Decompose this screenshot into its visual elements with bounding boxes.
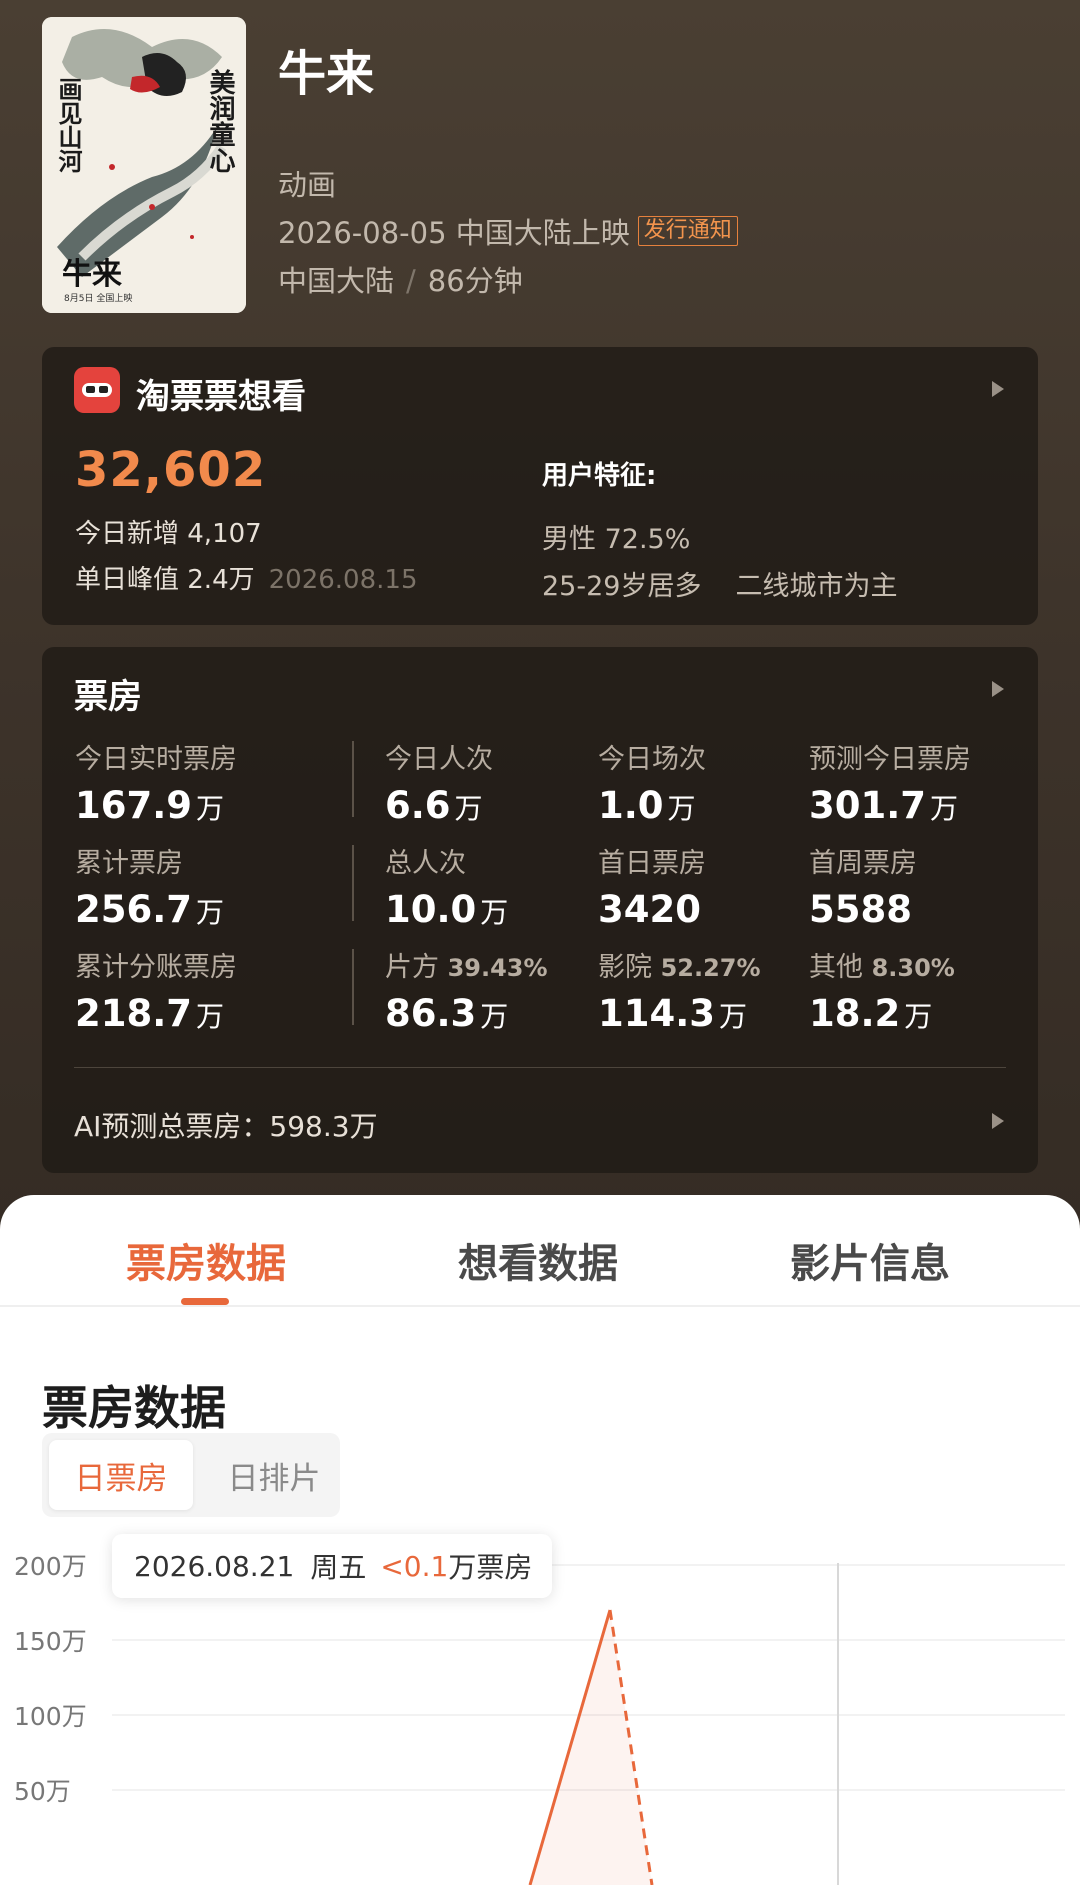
movie-region-duration: 中国大陆 / 86分钟 (278, 258, 523, 300)
separator: / (406, 264, 416, 298)
stat-value: 167.9 万 (75, 784, 225, 827)
stat-value: 114.3 万 (598, 992, 748, 1035)
ai-forecast-text[interactable]: AI预测总票房：598.3万 (74, 1105, 378, 1145)
boxoffice-card-title: 票房 (74, 677, 142, 717)
movie-region: 中国大陆 (278, 264, 395, 298)
stat-today-shows: 今日场次 1.0 万 (598, 737, 706, 827)
boxoffice-card[interactable]: 票房 今日实时票房 167.9 万 今日人次 6.6 万 今日场次 1.0 万 预测今… (42, 647, 1038, 1173)
poster-title: 牛来 (62, 257, 122, 292)
stat-value: 3420 (598, 888, 701, 931)
tab-boxoffice-data[interactable]: 票房数据 (126, 1231, 286, 1289)
tab-want-data[interactable]: 想看数据 (458, 1231, 618, 1289)
stat-today-boxoffice: 今日实时票房 167.9 万 (75, 737, 237, 827)
want-peak: 单日峰值 2.4万 (75, 565, 255, 595)
stat-first-day: 首日票房 3420 (598, 841, 706, 931)
want-card-title: 淘票票想看 (136, 377, 306, 417)
stat-label: 总人次 (385, 848, 466, 879)
poster-text-right: 美润童心 (205, 69, 235, 173)
boxoffice-chevron-icon[interactable] (992, 681, 1004, 697)
stat-value: 5588 (809, 888, 912, 931)
feature-gender: 男性 72.5% (542, 524, 691, 555)
stat-label: 今日人次 (385, 744, 493, 775)
stat-value: 18.2 万 (809, 992, 933, 1035)
tooltip-suffix: 万票房 (448, 1551, 533, 1584)
release-date-text: 2026-08-05 中国大陆上映 (278, 216, 630, 250)
want-today-new: 今日新增 4,107 (75, 519, 262, 549)
stat-label: 今日实时票房 (75, 744, 237, 775)
stat-cinema-share: 影院 52.27% 114.3 万 (598, 945, 761, 1035)
want-card[interactable]: 淘票票想看 32,602 今日新增 4,107 单日峰值 2.4万 2026.08… (42, 347, 1038, 625)
tooltip-date: 2026.08.21 (134, 1549, 295, 1583)
feature-age: 25-29岁居多 (542, 571, 702, 602)
segment-daily-schedule[interactable]: 日排片 (202, 1440, 346, 1510)
want-peak-date: 2026.08.15 (268, 565, 418, 595)
stat-label: 其他 8.30% (809, 952, 955, 983)
stat-total-boxoffice: 累计票房 256.7 万 (75, 841, 224, 931)
want-chevron-icon[interactable] (992, 381, 1004, 397)
movie-genre: 动画 (278, 168, 337, 202)
feature-age-city: 25-29岁居多 二线城市为主 (542, 564, 897, 603)
stat-value: 256.7 万 (75, 888, 225, 931)
stat-other-share: 其他 8.30% 18.2 万 (809, 945, 955, 1035)
poster-text-left: 画见山河 (54, 77, 83, 173)
stat-value: 86.3 万 (385, 992, 509, 1035)
section-title: 票房数据 (42, 1381, 226, 1435)
stat-today-admissions: 今日人次 6.6 万 (385, 737, 493, 827)
stat-label: 首日票房 (598, 848, 706, 879)
stat-label: 影院 52.27% (598, 952, 761, 983)
stat-divider (352, 845, 354, 921)
release-notice-badge[interactable]: 发行通知 (637, 216, 738, 246)
taopiaopiao-logo-icon (74, 367, 120, 413)
movie-title: 牛来 (278, 46, 375, 102)
poster-date: 8月5日 全国上映 (64, 294, 133, 304)
active-tab-indicator (181, 1298, 229, 1305)
series-area (530, 1610, 652, 1885)
stat-label: 今日场次 (598, 744, 706, 775)
bottom-sheet: 票房数据 想看数据 影片信息 票房数据 日票房 日排片 200万 150万 100万… (0, 1195, 1080, 1885)
y-tick-label: 100万 (14, 1702, 87, 1731)
stat-label: 片方 39.43% (385, 952, 548, 983)
movie-poster[interactable]: 美润童心 画见山河 牛来 8月5日 全国上映 (42, 17, 246, 313)
stat-value: 218.7 万 (75, 992, 225, 1035)
stat-label: 首周票房 (809, 848, 917, 879)
stat-producer-share: 片方 39.43% 86.3 万 (385, 945, 548, 1035)
segment-daily-boxoffice[interactable]: 日票房 (49, 1440, 193, 1510)
stat-label: 预测今日票房 (809, 744, 971, 775)
feature-city: 二线城市为主 (735, 571, 898, 602)
stat-value: 6.6 万 (385, 784, 483, 827)
stat-value: 10.0 万 (385, 888, 509, 931)
y-tick-label: 150万 (14, 1627, 87, 1656)
stat-total-admissions: 总人次 10.0 万 (385, 841, 508, 931)
tooltip-weekday: 周五 (310, 1551, 367, 1584)
stat-divider (352, 741, 354, 817)
tab-movie-info[interactable]: 影片信息 (790, 1231, 950, 1289)
stat-label: 累计票房 (75, 848, 183, 879)
stat-split-boxoffice: 累计分账票房 218.7 万 (75, 945, 237, 1035)
stat-first-week: 首周票房 5588 (809, 841, 917, 931)
stat-forecast-today: 预测今日票房 301.7 万 (809, 737, 971, 827)
segment-control: 日票房 日排片 (42, 1433, 340, 1517)
user-features-title: 用户特征: (542, 461, 657, 491)
chart-tooltip: 2026.08.21 周五 <0.1 万票房 (112, 1534, 552, 1598)
card-divider (74, 1067, 1006, 1068)
stat-value: 301.7 万 (809, 784, 959, 827)
y-tick-label: 200万 (14, 1552, 87, 1581)
stat-value: 1.0 万 (598, 784, 696, 827)
tooltip-value: <0.1 (380, 1549, 449, 1583)
ai-forecast-chevron-icon[interactable] (992, 1113, 1004, 1129)
stat-label: 累计分账票房 (75, 952, 237, 983)
y-tick-label: 50万 (14, 1777, 71, 1806)
movie-release: 2026-08-05 中国大陆上映 发行通知 (278, 210, 738, 252)
want-count: 32,602 (75, 442, 267, 498)
want-peak-row: 单日峰值 2.4万 2026.08.15 (75, 559, 418, 596)
stat-divider (352, 949, 354, 1025)
movie-duration: 86分钟 (427, 264, 523, 298)
tab-bar: 票房数据 想看数据 影片信息 (0, 1195, 1080, 1307)
